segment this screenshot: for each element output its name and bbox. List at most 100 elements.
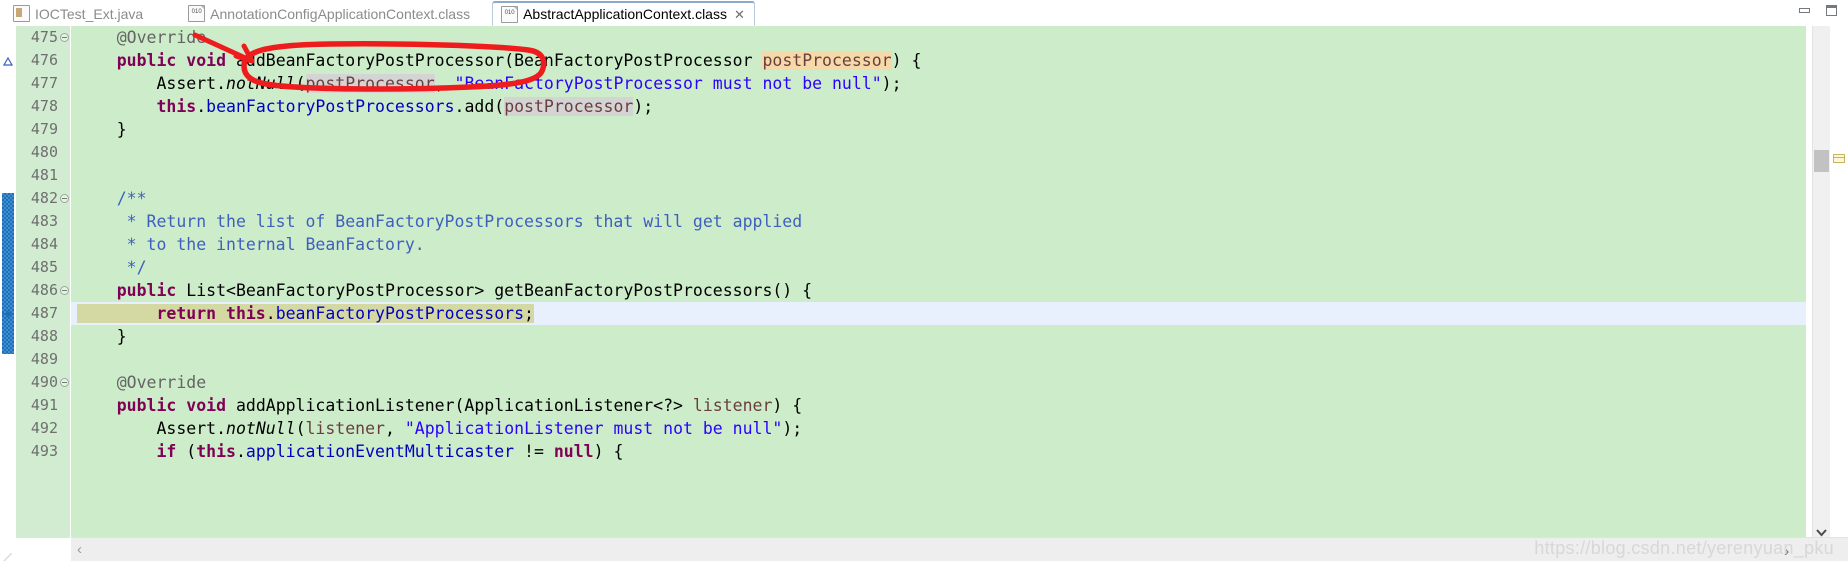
- editor-tab-label: AbstractApplicationContext.class: [523, 6, 727, 22]
- line-number: 479: [30, 120, 58, 138]
- code-token-parameter: postProcessor: [504, 97, 634, 116]
- resize-grip-icon: [2, 550, 13, 561]
- code-token: .: [235, 442, 246, 461]
- line-number: 488: [30, 327, 58, 345]
- code-token: Assert.: [77, 419, 227, 438]
- fold-toggle-icon[interactable]: [60, 33, 69, 42]
- editor-tab-annotationconfigapplicationcontext-class[interactable]: 010 AnnotationConfigApplicationContext.c…: [179, 1, 480, 26]
- line-number: 477: [30, 74, 58, 92]
- code-token: @Override: [77, 28, 207, 47]
- code-line-489[interactable]: [71, 348, 1806, 371]
- code-token: ,: [434, 74, 455, 93]
- fold-toggle-icon[interactable]: [60, 286, 69, 295]
- code-line-477[interactable]: Assert.notNull(postProcessor, "BeanFacto…: [71, 72, 1806, 95]
- line-number: 475: [30, 28, 58, 46]
- code-token: this: [77, 97, 197, 116]
- code-token: .add(: [454, 97, 505, 116]
- java-file-icon: [13, 5, 30, 22]
- code-line-486[interactable]: public List<BeanFactoryPostProcessor> ge…: [71, 279, 1806, 302]
- overview-ruler-marker[interactable]: [1833, 154, 1845, 163]
- class-file-icon: 010: [188, 5, 206, 22]
- line-number: 481: [30, 166, 58, 184]
- code-line-492[interactable]: Assert.notNull(listener, "ApplicationLis…: [71, 417, 1806, 440]
- code-token: );: [633, 97, 654, 116]
- code-token: @Override: [77, 373, 207, 392]
- code-line-475[interactable]: @Override: [71, 26, 1806, 49]
- close-icon[interactable]: ✕: [734, 8, 745, 21]
- line-number: 491: [30, 396, 58, 414]
- override-indicator-icon: [3, 57, 13, 67]
- code-line-479[interactable]: }: [71, 118, 1806, 141]
- code-token-parameter: postProcessor: [305, 74, 435, 93]
- line-number: 493: [30, 442, 58, 460]
- code-token: ) {: [891, 51, 922, 70]
- code-line-485[interactable]: */: [71, 256, 1806, 279]
- editor-tab-bar: IOCTest_Ext.java 010 AnnotationConfigApp…: [0, 0, 1848, 27]
- code-line-484[interactable]: * to the internal BeanFactory.: [71, 233, 1806, 256]
- line-number: 487: [30, 304, 58, 322]
- editor-tab-ioctest-ext-java[interactable]: IOCTest_Ext.java: [4, 1, 153, 26]
- code-token-parameter: listener: [305, 419, 385, 438]
- code-token: notNull: [226, 419, 296, 438]
- code-token: Assert.: [77, 74, 227, 93]
- code-line-493[interactable]: if (this.applicationEventMulticaster != …: [71, 440, 1806, 463]
- code-token: }: [77, 327, 127, 346]
- code-token: (: [186, 442, 197, 461]
- changed-lines-indicator: [2, 193, 14, 354]
- line-number: 490: [30, 373, 58, 391]
- code-token: ,: [384, 419, 405, 438]
- code-token-parameter: postProcessor: [762, 51, 892, 70]
- code-line-481[interactable]: [71, 164, 1806, 187]
- code-token: .: [196, 97, 207, 116]
- code-line-478[interactable]: this.beanFactoryPostProcessors.add(postP…: [71, 95, 1806, 118]
- code-line-490[interactable]: @Override: [71, 371, 1806, 394]
- selected-text: return this.beanFactoryPostProcessors;: [77, 304, 534, 323]
- code-token: (: [295, 419, 306, 438]
- vertical-scrollbar-thumb[interactable]: [1814, 150, 1829, 172]
- code-token-field: beanFactoryPostProcessors: [206, 97, 455, 116]
- overview-ruler[interactable]: [1830, 26, 1848, 538]
- code-text-area[interactable]: @Override public void addBeanFactoryPost…: [71, 26, 1806, 538]
- code-token: ) {: [772, 396, 803, 415]
- code-token-field: beanFactoryPostProcessors: [275, 304, 525, 323]
- code-token: public void: [77, 51, 236, 70]
- line-number: 476: [30, 51, 58, 69]
- code-line-476[interactable]: public void addBeanFactoryPostProcessor(…: [71, 49, 1806, 72]
- code-token: public void: [77, 396, 236, 415]
- fold-toggle-icon[interactable]: [60, 194, 69, 203]
- code-line-482[interactable]: /**: [71, 187, 1806, 210]
- code-token: }: [77, 120, 127, 139]
- line-number: 478: [30, 97, 58, 115]
- restore-icon[interactable]: [1825, 4, 1838, 17]
- chevron-down-icon[interactable]: [1816, 524, 1827, 537]
- line-number: 492: [30, 419, 58, 437]
- editor-tab-label: AnnotationConfigApplicationContext.class: [210, 5, 471, 22]
- code-token: );: [881, 74, 902, 93]
- code-token: ;: [524, 304, 534, 323]
- code-token-string: "ApplicationListener must not be null": [404, 419, 783, 438]
- code-line-488[interactable]: }: [71, 325, 1806, 348]
- watermark-text: https://blog.csdn.net/yerenyuan_pku: [1534, 538, 1834, 558]
- line-number: 484: [30, 235, 58, 253]
- code-token: addApplicationListener(ApplicationListen…: [235, 396, 693, 415]
- code-token: );: [782, 419, 803, 438]
- code-token: notNull: [226, 74, 296, 93]
- code-token: addBeanFactoryPostProcessor(BeanFactoryP…: [235, 51, 763, 70]
- editor-tab-abstractapplicationcontext-class[interactable]: 010 AbstractApplicationContext.class ✕: [492, 1, 755, 26]
- scroll-left-icon[interactable]: ‹: [77, 542, 87, 557]
- line-number: 482: [30, 189, 58, 207]
- code-line-487[interactable]: return this.beanFactoryPostProcessors;: [71, 302, 1806, 325]
- code-token: null: [553, 442, 594, 461]
- code-token-comment: * Return the list of BeanFactoryPostProc…: [77, 212, 803, 231]
- code-editor[interactable]: 475 476 477 478 479 480 481 482 483 484 …: [0, 26, 1848, 538]
- minimize-icon[interactable]: [1798, 4, 1811, 17]
- code-line-483[interactable]: * Return the list of BeanFactoryPostProc…: [71, 210, 1806, 233]
- code-line-480[interactable]: [71, 141, 1806, 164]
- vertical-scrollbar[interactable]: [1812, 26, 1830, 538]
- window-controls: [1798, 4, 1838, 17]
- fold-toggle-icon[interactable]: [60, 378, 69, 387]
- line-number-gutter[interactable]: 475 476 477 478 479 480 481 482 483 484 …: [16, 26, 71, 538]
- line-number: 486: [30, 281, 58, 299]
- code-line-491[interactable]: public void addApplicationListener(Appli…: [71, 394, 1806, 417]
- code-token-field: applicationEventMulticaster: [245, 442, 515, 461]
